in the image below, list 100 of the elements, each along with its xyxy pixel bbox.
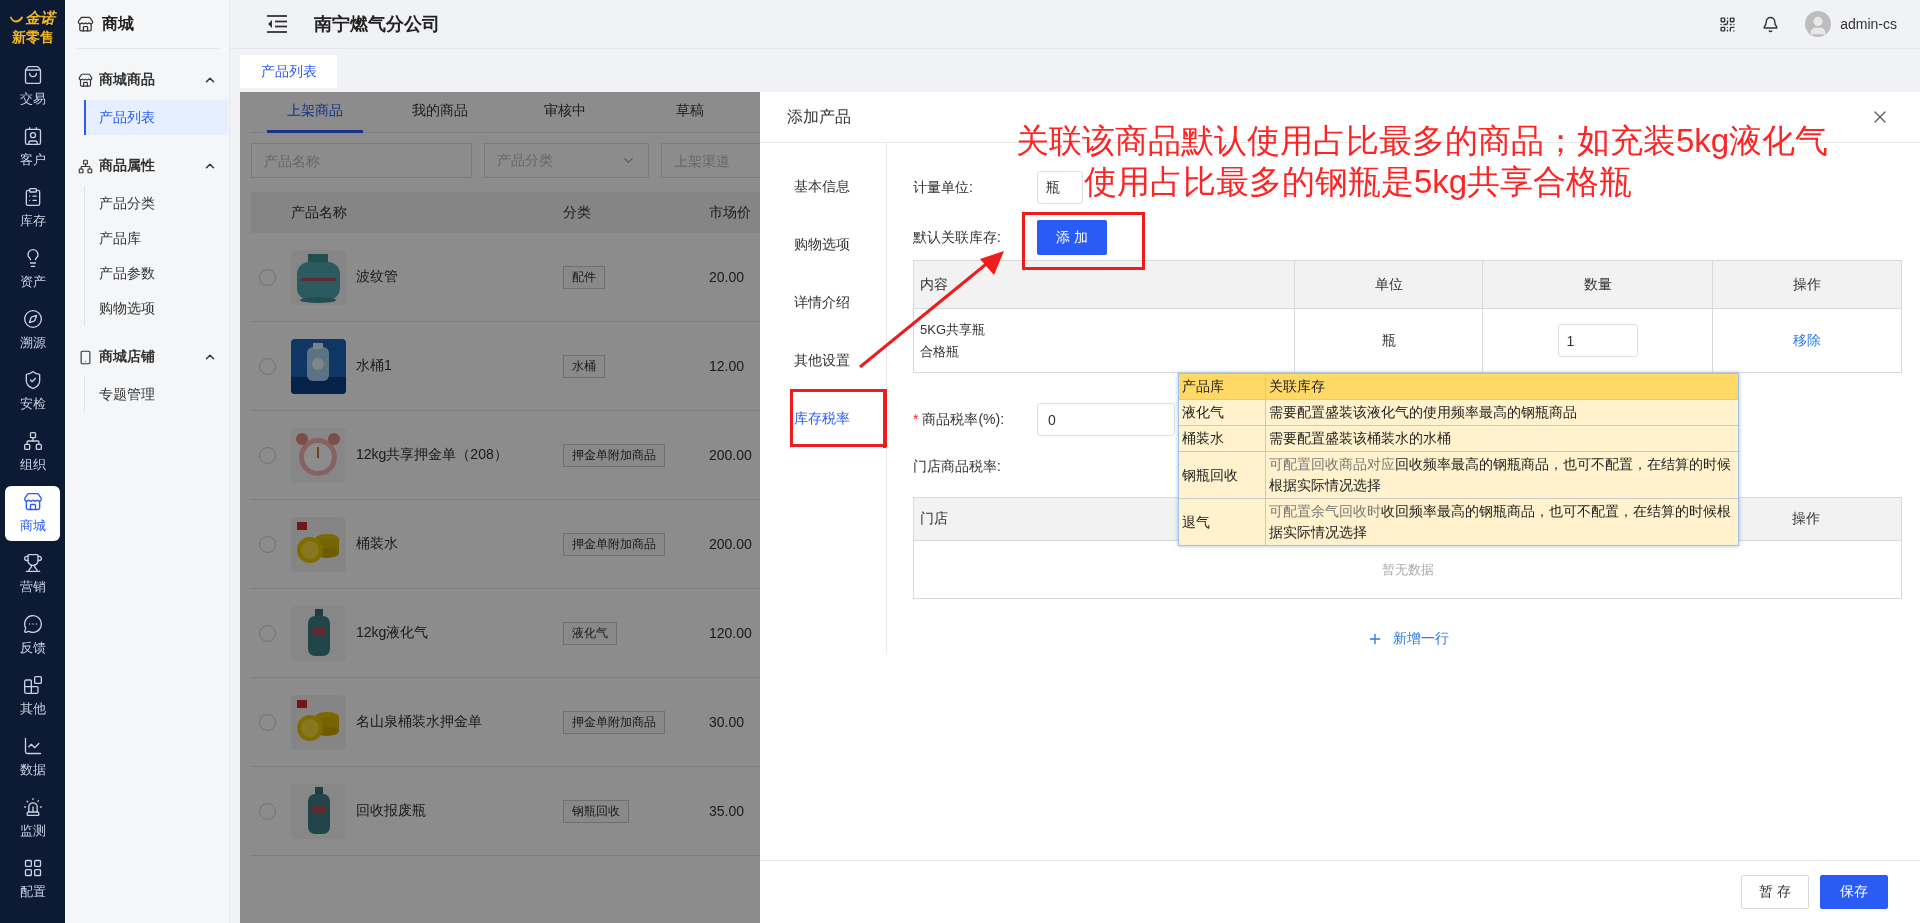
unit-field[interactable]: 瓶 (1037, 171, 1083, 204)
draft-button[interactable]: 暂 存 (1741, 875, 1809, 909)
column-header: 操作 (1793, 275, 1821, 294)
remove-link[interactable]: 移除 (1787, 330, 1827, 351)
save-button[interactable]: 保存 (1820, 875, 1888, 909)
section-tab[interactable]: 库存税率 (760, 390, 886, 448)
table-cell: 瓶 (1381, 331, 1396, 350)
phone-icon (78, 349, 93, 365)
price: 35.00 (709, 803, 746, 819)
line-chart-icon (22, 736, 43, 756)
nav-item[interactable]: 配置 (5, 852, 60, 907)
product-name: 桶装水 (356, 535, 399, 553)
column-header: 市场价 (709, 203, 752, 222)
category-tag: 配件 (563, 265, 605, 289)
nav-item[interactable]: 库存 (5, 181, 60, 236)
menu-item[interactable]: 产品参数 (84, 256, 228, 291)
table-cell-text: 液化气 (1182, 403, 1224, 422)
radio-button[interactable] (259, 535, 276, 553)
tax-field[interactable]: 0 (1037, 403, 1175, 436)
empty-message: 暂无数据 (1381, 560, 1434, 579)
nav-item[interactable]: 数据 (5, 730, 60, 785)
column-header: 内容 (920, 275, 948, 294)
column-header: 单位 (1374, 275, 1403, 294)
field-label: 门店商品税率: (913, 457, 1002, 476)
store-icon (22, 492, 43, 512)
radio-button[interactable] (259, 713, 276, 731)
radio-button[interactable] (259, 357, 276, 375)
table-cell-text: 退气 (1182, 512, 1210, 532)
id-card-icon (22, 126, 43, 146)
field-label: 商品税率(%): (922, 410, 1005, 427)
sidebar-title: 商城 (102, 13, 134, 34)
table-cell-text: 可配置回收商品对应回收频率最高的钢瓶商品，也可不配置，在结算的时候根据实际情况选择 (1269, 455, 1732, 495)
nav-item[interactable]: 商城 (5, 486, 60, 541)
trophy-icon (22, 553, 43, 573)
store-icon (77, 15, 94, 33)
qr-code-icon[interactable] (1719, 15, 1737, 33)
column-header: 门店 (920, 510, 948, 528)
nav-item[interactable]: 其他 (5, 669, 60, 724)
category-tag: 钢瓶回收 (563, 799, 629, 823)
radio-button[interactable] (259, 802, 276, 820)
radio-button[interactable] (259, 624, 276, 642)
product-name: 回收报废瓶 (356, 802, 427, 820)
nav-item[interactable]: 监测 (5, 791, 60, 846)
menu-item[interactable]: 产品库 (84, 221, 228, 256)
product-name: 水桶1 (356, 357, 393, 375)
siren-icon (22, 797, 43, 817)
column-header: 分类 (563, 203, 592, 222)
bag-icon (22, 65, 43, 85)
tab[interactable]: 上架商品 (267, 92, 363, 133)
add-row-button[interactable]: 新增一行 (1360, 629, 1455, 649)
user-name: admin-cs (1840, 16, 1897, 32)
nav-item[interactable]: 组织 (5, 425, 60, 480)
add-button[interactable]: 添 加 (1037, 220, 1107, 255)
price: 120.00 (709, 625, 753, 641)
table-cell-text: 钢瓶回收 (1182, 465, 1238, 485)
blocks-icon (22, 675, 43, 695)
product-name: 12kg液化气 (356, 624, 430, 642)
menu-item[interactable]: 产品分类 (84, 186, 228, 221)
table-cell-text: 可配置余气回收时收回频率最高的钢瓶商品，也可不配置，在结算的时候根据实际情况选择 (1269, 502, 1732, 542)
price: 200.00 (709, 447, 753, 463)
nav-item[interactable]: 反馈 (5, 608, 60, 663)
brand-tagline: 新零售 (11, 29, 54, 47)
nav-item[interactable]: 溯源 (5, 303, 60, 358)
radio-button[interactable] (259, 446, 276, 464)
chat-icon (22, 614, 43, 634)
tab[interactable]: 我的商品 (392, 92, 488, 133)
compass-icon (22, 309, 43, 329)
nav-item[interactable]: 客户 (5, 120, 60, 175)
quantity-field[interactable]: 1 (1557, 324, 1638, 357)
grid-icon (22, 858, 43, 878)
annotation-text: 使用占比最多的钢瓶是5kg共享合格瓶 (1084, 162, 1633, 202)
section-tab[interactable]: 购物选项 (760, 216, 886, 274)
column-header: 产品库 (1182, 377, 1224, 396)
nav-item[interactable]: 安检 (5, 364, 60, 419)
menu-item[interactable]: 专题管理 (84, 377, 228, 412)
tab[interactable]: 草稿 (642, 92, 738, 133)
menu-item[interactable]: 产品列表 (84, 100, 228, 135)
column-header: 关联库存 (1269, 377, 1325, 396)
product-name: 波纹管 (356, 268, 399, 286)
section-tab[interactable]: 其他设置 (760, 332, 886, 390)
menu-group[interactable]: 商城店铺 (77, 337, 229, 377)
category-tag: 押金单附加商品 (563, 532, 665, 556)
radio-button[interactable] (259, 268, 276, 286)
page-tab[interactable]: 产品列表 (240, 55, 337, 88)
annotation-text: 关联该商品默认使用占比最多的商品；如充装5kg液化气 (1016, 121, 1829, 161)
nav-item[interactable]: 营销 (5, 547, 60, 602)
nav-item[interactable]: 交易 (5, 59, 60, 114)
bell-icon[interactable] (1762, 15, 1780, 33)
tab[interactable]: 审核中 (517, 92, 613, 133)
menu-item[interactable]: 购物选项 (84, 291, 228, 326)
nav-item[interactable]: 资产 (5, 242, 60, 297)
section-tab[interactable]: 详情介绍 (760, 274, 886, 332)
store-icon (78, 72, 93, 88)
hierarchy-icon (22, 431, 43, 451)
product-name: 12kg共享押金单（208） (356, 446, 509, 464)
menu-group[interactable]: 商城商品 (77, 60, 229, 100)
category-tag: 押金单附加商品 (563, 710, 665, 734)
category-tag: 水桶 (563, 354, 605, 378)
menu-fold-icon[interactable] (267, 15, 287, 33)
menu-group[interactable]: 商品属性 (77, 146, 229, 186)
